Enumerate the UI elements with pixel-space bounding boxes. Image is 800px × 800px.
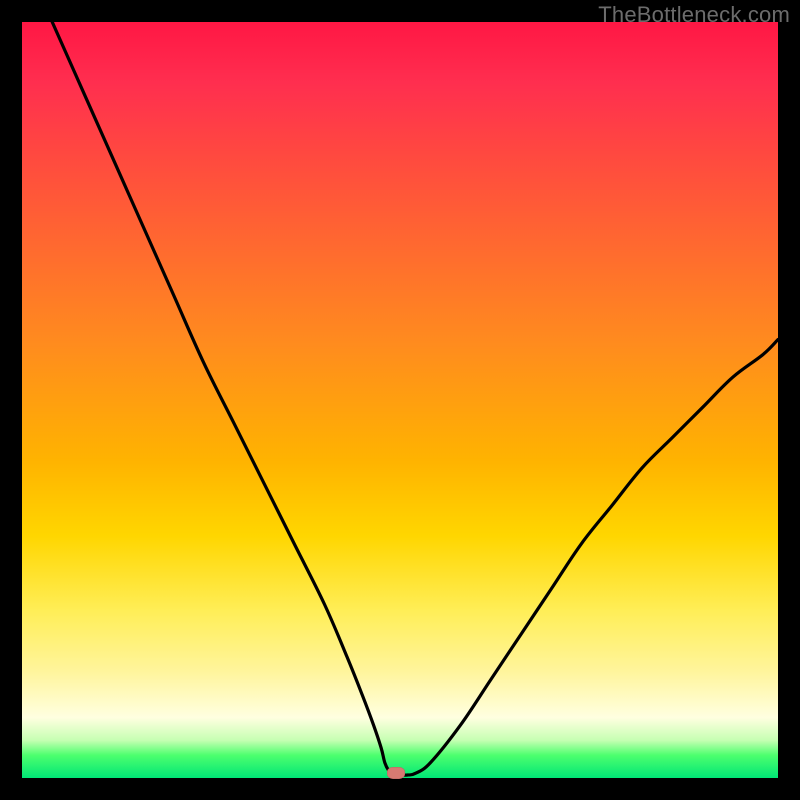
watermark-text: TheBottleneck.com [598, 2, 790, 28]
chart-frame: TheBottleneck.com [0, 0, 800, 800]
curve-path [52, 22, 778, 775]
plot-area [22, 22, 778, 778]
minimum-marker [387, 767, 405, 779]
bottleneck-curve [22, 22, 778, 778]
